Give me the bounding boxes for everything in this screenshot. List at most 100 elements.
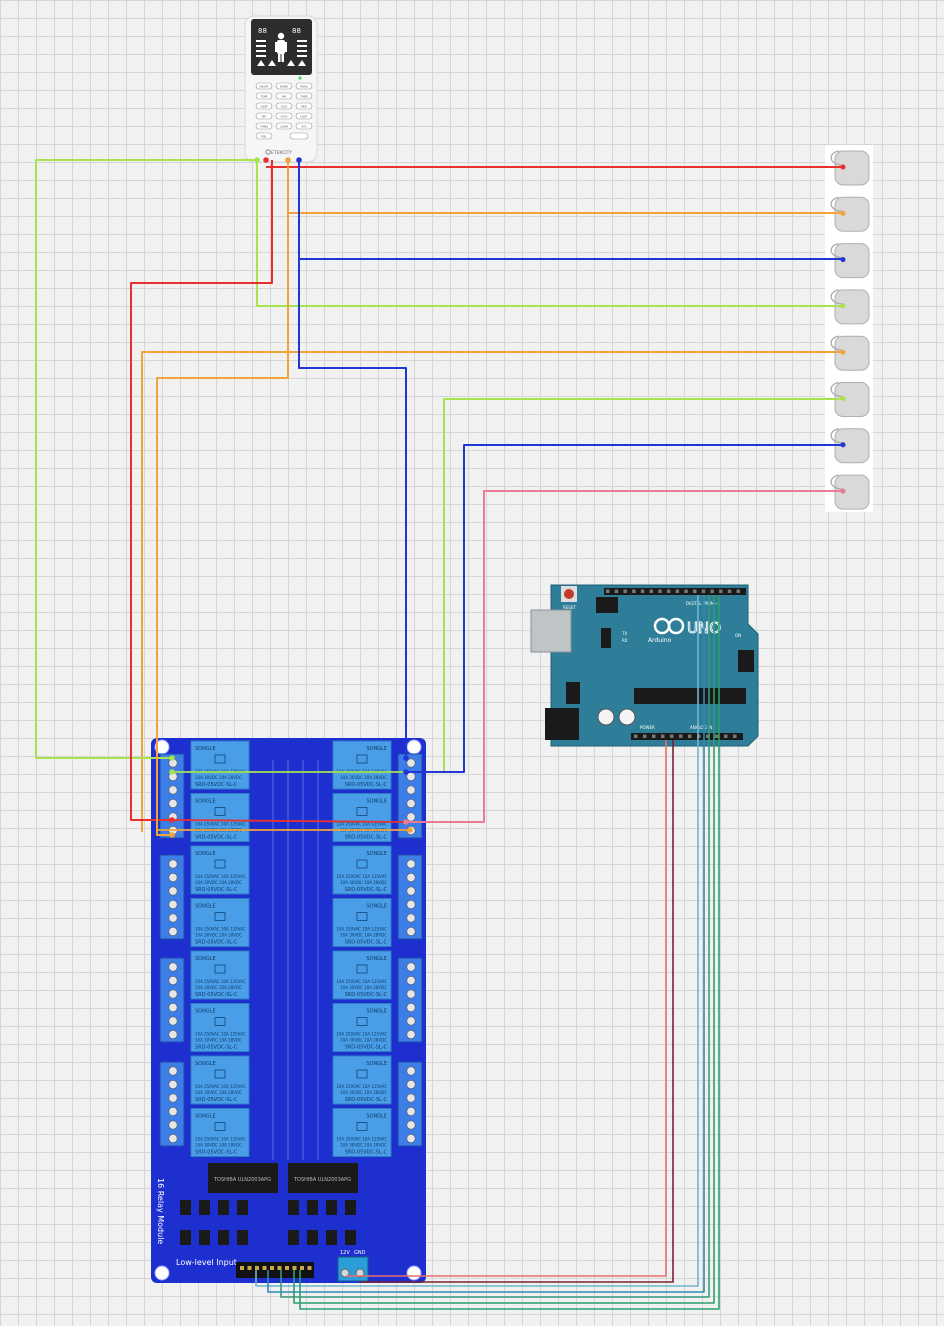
- arduino-pin[interactable]: [649, 589, 654, 594]
- remote-control[interactable]: 88 88 ON/OFF SWING MODE TEMP FAN TIMER SLEEP CO…: [244, 15, 318, 163]
- terminal-screw[interactable]: [406, 872, 416, 882]
- header-pin[interactable]: [285, 1266, 289, 1270]
- terminal-screw[interactable]: [406, 989, 416, 999]
- terminal-screw[interactable]: [406, 1107, 416, 1117]
- arduino-pin[interactable]: [724, 734, 728, 739]
- wire-green-remote-to-relay[interactable]: [35, 159, 257, 759]
- arduino-pin[interactable]: [640, 589, 645, 594]
- power-terminal[interactable]: [337, 1256, 369, 1282]
- terminal-screw[interactable]: [406, 1093, 416, 1103]
- remote-button[interactable]: FEEL: [255, 132, 273, 140]
- terminal-screw[interactable]: [406, 899, 416, 909]
- terminal-screw[interactable]: [168, 1030, 178, 1040]
- arduino-pin[interactable]: [701, 589, 706, 594]
- remote-button[interactable]: DRY: [255, 112, 273, 120]
- arduino-pin[interactable]: [606, 589, 610, 594]
- terminal-screw[interactable]: [406, 785, 416, 795]
- electrode-pad[interactable]: [830, 335, 870, 371]
- terminal-screw[interactable]: [406, 886, 416, 896]
- arduino-pin[interactable]: [643, 734, 647, 739]
- terminal-screw[interactable]: [168, 872, 178, 882]
- terminal-screw[interactable]: [168, 1120, 178, 1130]
- remote-button[interactable]: SWING: [275, 82, 293, 90]
- remote-button[interactable]: TURBO: [255, 122, 273, 130]
- screw-terminal-block[interactable]: [397, 854, 423, 940]
- remote-button[interactable]: ON/OFF: [255, 82, 273, 90]
- electrode-pad[interactable]: [830, 242, 870, 279]
- terminal-screw[interactable]: [406, 1066, 416, 1076]
- terminal-screw[interactable]: [168, 1016, 178, 1026]
- terminal-screw[interactable]: [406, 1120, 416, 1130]
- arduino-pin[interactable]: [727, 589, 732, 594]
- remote-button[interactable]: TEMP: [255, 92, 273, 100]
- arduino-pin[interactable]: [693, 589, 697, 594]
- terminal-screw[interactable]: [168, 1107, 178, 1117]
- remote-button[interactable]: LIGHT: [295, 112, 313, 120]
- terminal-screw[interactable]: [406, 758, 416, 768]
- remote-button[interactable]: ECO: [295, 122, 313, 130]
- arduino-pin[interactable]: [733, 734, 737, 739]
- screw-terminal-block[interactable]: [159, 854, 185, 940]
- terminal-screw[interactable]: [406, 1030, 416, 1040]
- header-pin[interactable]: [300, 1266, 304, 1270]
- terminal-screw[interactable]: [406, 1134, 416, 1144]
- arduino-pin[interactable]: [666, 589, 671, 594]
- arduino-pin[interactable]: [736, 589, 741, 594]
- arduino-pin[interactable]: [684, 589, 688, 594]
- terminal-screw[interactable]: [406, 1080, 416, 1090]
- header-pin[interactable]: [262, 1266, 267, 1270]
- wire-green-remote-to-pad-4[interactable]: [256, 160, 843, 307]
- arduino-pin[interactable]: [623, 589, 627, 594]
- terminal-screw[interactable]: [168, 913, 178, 923]
- terminal-screw[interactable]: [168, 962, 178, 972]
- remote-button[interactable]: TIMER: [295, 92, 313, 100]
- terminal-screw[interactable]: [406, 962, 416, 972]
- screw-terminal-block[interactable]: [159, 753, 185, 839]
- arduino-pin[interactable]: [679, 734, 683, 739]
- arduino-uno[interactable]: RESET DIGITAL (PWM~) POWER ANALOG IN Ard…: [530, 584, 759, 747]
- terminal-screw[interactable]: [406, 798, 416, 808]
- arduino-pin[interactable]: [675, 589, 680, 594]
- terminal-screw[interactable]: [168, 975, 178, 985]
- terminal-screw[interactable]: [168, 926, 178, 936]
- header-pin[interactable]: [277, 1266, 282, 1270]
- remote-button[interactable]: CLEAN: [275, 122, 293, 130]
- terminal-screw[interactable]: [168, 899, 178, 909]
- terminal-screw[interactable]: [406, 1016, 416, 1026]
- header-pin[interactable]: [255, 1266, 259, 1270]
- terminal-screw[interactable]: [406, 975, 416, 985]
- arduino-pin[interactable]: [632, 589, 636, 594]
- terminal-screw[interactable]: [168, 859, 178, 869]
- remote-button[interactable]: MODE: [295, 82, 313, 90]
- arduino-pin[interactable]: [688, 734, 692, 739]
- terminal-screw[interactable]: [168, 798, 178, 808]
- terminal-screw[interactable]: [406, 812, 416, 822]
- remote-button[interactable]: HEAT: [295, 102, 313, 110]
- terminal-screw[interactable]: [168, 886, 178, 896]
- dc-jack[interactable]: [545, 708, 579, 740]
- screw-terminal-block[interactable]: [159, 957, 185, 1043]
- remote-button[interactable]: COOL: [275, 102, 293, 110]
- wire-blue-remote-to-relay[interactable]: [298, 259, 407, 758]
- arduino-pin[interactable]: [614, 589, 619, 594]
- header-pin[interactable]: [240, 1266, 244, 1270]
- wire-blue-remote-to-pad-3[interactable]: [298, 160, 843, 260]
- wire-red-remote-to-relay[interactable]: [130, 160, 273, 821]
- remote-button[interactable]: SLEEP: [255, 102, 273, 110]
- terminal-screw[interactable]: [406, 1002, 416, 1012]
- arduino-pin[interactable]: [652, 734, 656, 739]
- screw-terminal-block[interactable]: [397, 753, 423, 839]
- terminal-screw[interactable]: [406, 913, 416, 923]
- arduino-pin[interactable]: [670, 734, 674, 739]
- terminal-screw[interactable]: [168, 1093, 178, 1103]
- header-pin[interactable]: [292, 1266, 297, 1270]
- electrode-pad-strip[interactable]: [825, 145, 873, 512]
- remote-button[interactable]: FAN: [275, 92, 293, 100]
- screw-terminal-block[interactable]: [159, 1061, 185, 1147]
- arduino-pin[interactable]: [715, 734, 719, 739]
- screw-terminal-block[interactable]: [397, 957, 423, 1043]
- header-pin[interactable]: [247, 1266, 252, 1270]
- terminal-screw[interactable]: [168, 989, 178, 999]
- usb-port[interactable]: [530, 609, 572, 653]
- arduino-pin[interactable]: [710, 589, 714, 594]
